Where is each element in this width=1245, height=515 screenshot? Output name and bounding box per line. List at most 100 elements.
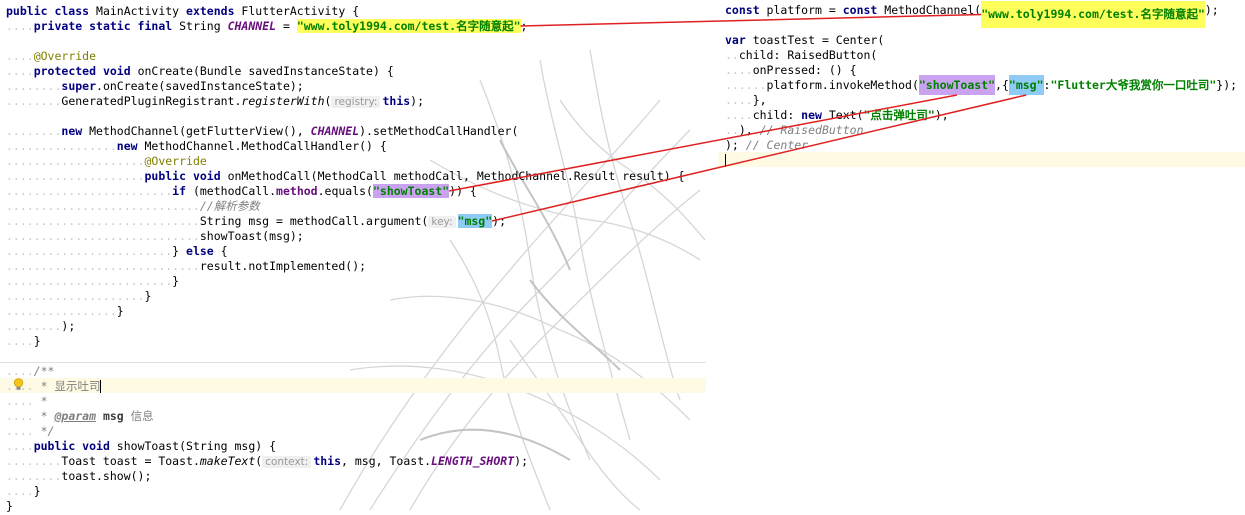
code-line bbox=[725, 153, 726, 168]
code-line: ............................showToast(ms… bbox=[6, 229, 304, 243]
code-line: .... */ bbox=[6, 424, 55, 438]
token-comment: // RaisedButton bbox=[759, 123, 864, 137]
token: .onCreate(savedInstanceState); bbox=[96, 79, 304, 93]
code-line: ....................@Override bbox=[6, 154, 207, 168]
token: } bbox=[33, 334, 41, 348]
token: , msg, Toast. bbox=[341, 454, 432, 468]
token-keyword: private static final bbox=[33, 19, 173, 33]
token: ); bbox=[492, 214, 506, 228]
token-keyword: if bbox=[172, 184, 187, 198]
code-line: ........); bbox=[6, 319, 76, 333]
token: toast.show(); bbox=[61, 469, 152, 483]
token-method: makeText bbox=[199, 454, 256, 468]
token-constant: LENGTH_SHORT bbox=[431, 454, 515, 468]
token: }); bbox=[1216, 78, 1238, 92]
token-keyword: public void bbox=[144, 169, 221, 183]
code-line: ........new MethodChannel(getFlutterView… bbox=[6, 124, 519, 138]
parameter-hint: registry: bbox=[331, 96, 381, 108]
token-keyword: this bbox=[313, 454, 342, 468]
token-method: registerWith bbox=[241, 94, 325, 108]
code-line: ....private static final String CHANNEL … bbox=[6, 19, 528, 33]
java-editor-pane[interactable]: public class MainActivity extends Flutte… bbox=[0, 0, 706, 515]
background-sketch-image bbox=[339, 49, 706, 511]
token-string: "Flutter大爷我赏你一口吐司" bbox=[1050, 78, 1217, 92]
token: Toast toast = Toast. bbox=[61, 454, 200, 468]
dart-editor-pane[interactable]: const platform = const MethodChannel("ww… bbox=[718, 0, 1245, 180]
token: ); bbox=[514, 454, 528, 468]
code-line: ........toast.show(); bbox=[6, 469, 152, 483]
code-line: ....public void showToast(String msg) { bbox=[6, 439, 277, 453]
token: ; bbox=[520, 19, 528, 33]
token: } bbox=[33, 484, 41, 498]
token-doc-comment: /** bbox=[33, 364, 55, 378]
code-line: } bbox=[6, 499, 13, 514]
code-line: ........GeneratedPluginRegistrant.regist… bbox=[6, 94, 425, 108]
token: }, bbox=[752, 93, 767, 107]
code-line: ....} bbox=[6, 484, 41, 498]
token: platform = bbox=[759, 3, 843, 17]
parameter-hint: context: bbox=[262, 456, 312, 468]
token: toastTest = Center( bbox=[745, 33, 885, 47]
code-line: ....onPressed: () { bbox=[725, 63, 857, 77]
text-caret bbox=[100, 380, 102, 393]
token-keyword: public void bbox=[33, 439, 110, 453]
token-keyword: new bbox=[116, 139, 138, 153]
code-line: ............................String msg =… bbox=[6, 214, 506, 228]
token-keyword: const bbox=[842, 3, 878, 17]
token-doc-comment: * bbox=[33, 394, 48, 408]
token: MainActivity bbox=[89, 4, 187, 18]
code-line: ........................} else { bbox=[6, 244, 228, 258]
text-caret bbox=[725, 154, 726, 167]
token-keyword: extends bbox=[186, 4, 235, 18]
token-annotation: @Override bbox=[144, 154, 207, 168]
code-line: ....protected void onCreate(Bundle saved… bbox=[6, 64, 394, 78]
code-line: ); // Center bbox=[725, 138, 808, 153]
method-separator bbox=[0, 362, 706, 363]
token-keyword: else bbox=[186, 244, 214, 258]
token-keyword: this bbox=[382, 94, 411, 108]
current-line-highlight bbox=[0, 378, 706, 393]
token: child: RaisedButton( bbox=[738, 48, 878, 62]
token-keyword: new bbox=[801, 108, 822, 122]
msg-highlight: "msg" bbox=[1008, 75, 1044, 95]
code-line: ....child: new Text("点击弹吐司"), bbox=[725, 108, 949, 122]
token: ); bbox=[725, 138, 746, 152]
code-line: ..), // RaisedButton bbox=[725, 123, 864, 137]
token: } bbox=[116, 304, 124, 318]
token-constant: CHANNEL bbox=[310, 124, 360, 138]
code-line: ....@Override bbox=[6, 49, 97, 63]
token: { bbox=[213, 244, 228, 258]
token: MethodChannel.MethodCallHandler() { bbox=[137, 139, 387, 153]
token-comment: // Center bbox=[745, 138, 809, 152]
token: MethodChannel( bbox=[877, 3, 982, 17]
code-line: ............................//解析参数 bbox=[6, 199, 260, 213]
channel-name-highlight: "www.toly1994.com/test.名字随意起" bbox=[296, 19, 521, 33]
token-doc-comment: 信息 bbox=[123, 409, 154, 423]
code-line: public class MainActivity extends Flutte… bbox=[6, 4, 359, 19]
code-line: var toastTest = Center( bbox=[725, 33, 884, 48]
token: child: bbox=[752, 108, 802, 122]
msg-highlight: "msg" bbox=[457, 214, 493, 228]
token: onPressed: () { bbox=[752, 63, 857, 77]
token-comment: //解析参数 bbox=[199, 199, 260, 213]
token-doc-comment: * 显示吐司 bbox=[33, 379, 101, 393]
token: ).setMethodCallHandler( bbox=[359, 124, 519, 138]
token: onCreate(Bundle savedInstanceState) { bbox=[130, 64, 394, 78]
pane-divider bbox=[706, 0, 718, 515]
current-line-highlight bbox=[718, 152, 1245, 167]
code-line: ....................} bbox=[6, 289, 152, 303]
token-keyword: const bbox=[725, 3, 760, 17]
code-line: .... * @param msg 信息 bbox=[6, 409, 154, 423]
token-keyword: protected void bbox=[33, 64, 131, 78]
code-line: ........super.onCreate(savedInstanceStat… bbox=[6, 79, 304, 93]
token: ), bbox=[934, 108, 949, 122]
code-line: ................} bbox=[6, 304, 124, 318]
code-line: ........................if (methodCall.m… bbox=[6, 184, 477, 198]
code-line: .... * 显示吐司 bbox=[6, 379, 102, 393]
token: result.notImplemented(); bbox=[199, 259, 367, 273]
showtoast-highlight: "showToast" bbox=[372, 184, 450, 198]
code-line: ............................result.notIm… bbox=[6, 259, 367, 273]
token-keyword: var bbox=[725, 33, 746, 47]
token-doc-comment: */ bbox=[33, 424, 55, 438]
token: ); bbox=[410, 94, 425, 108]
